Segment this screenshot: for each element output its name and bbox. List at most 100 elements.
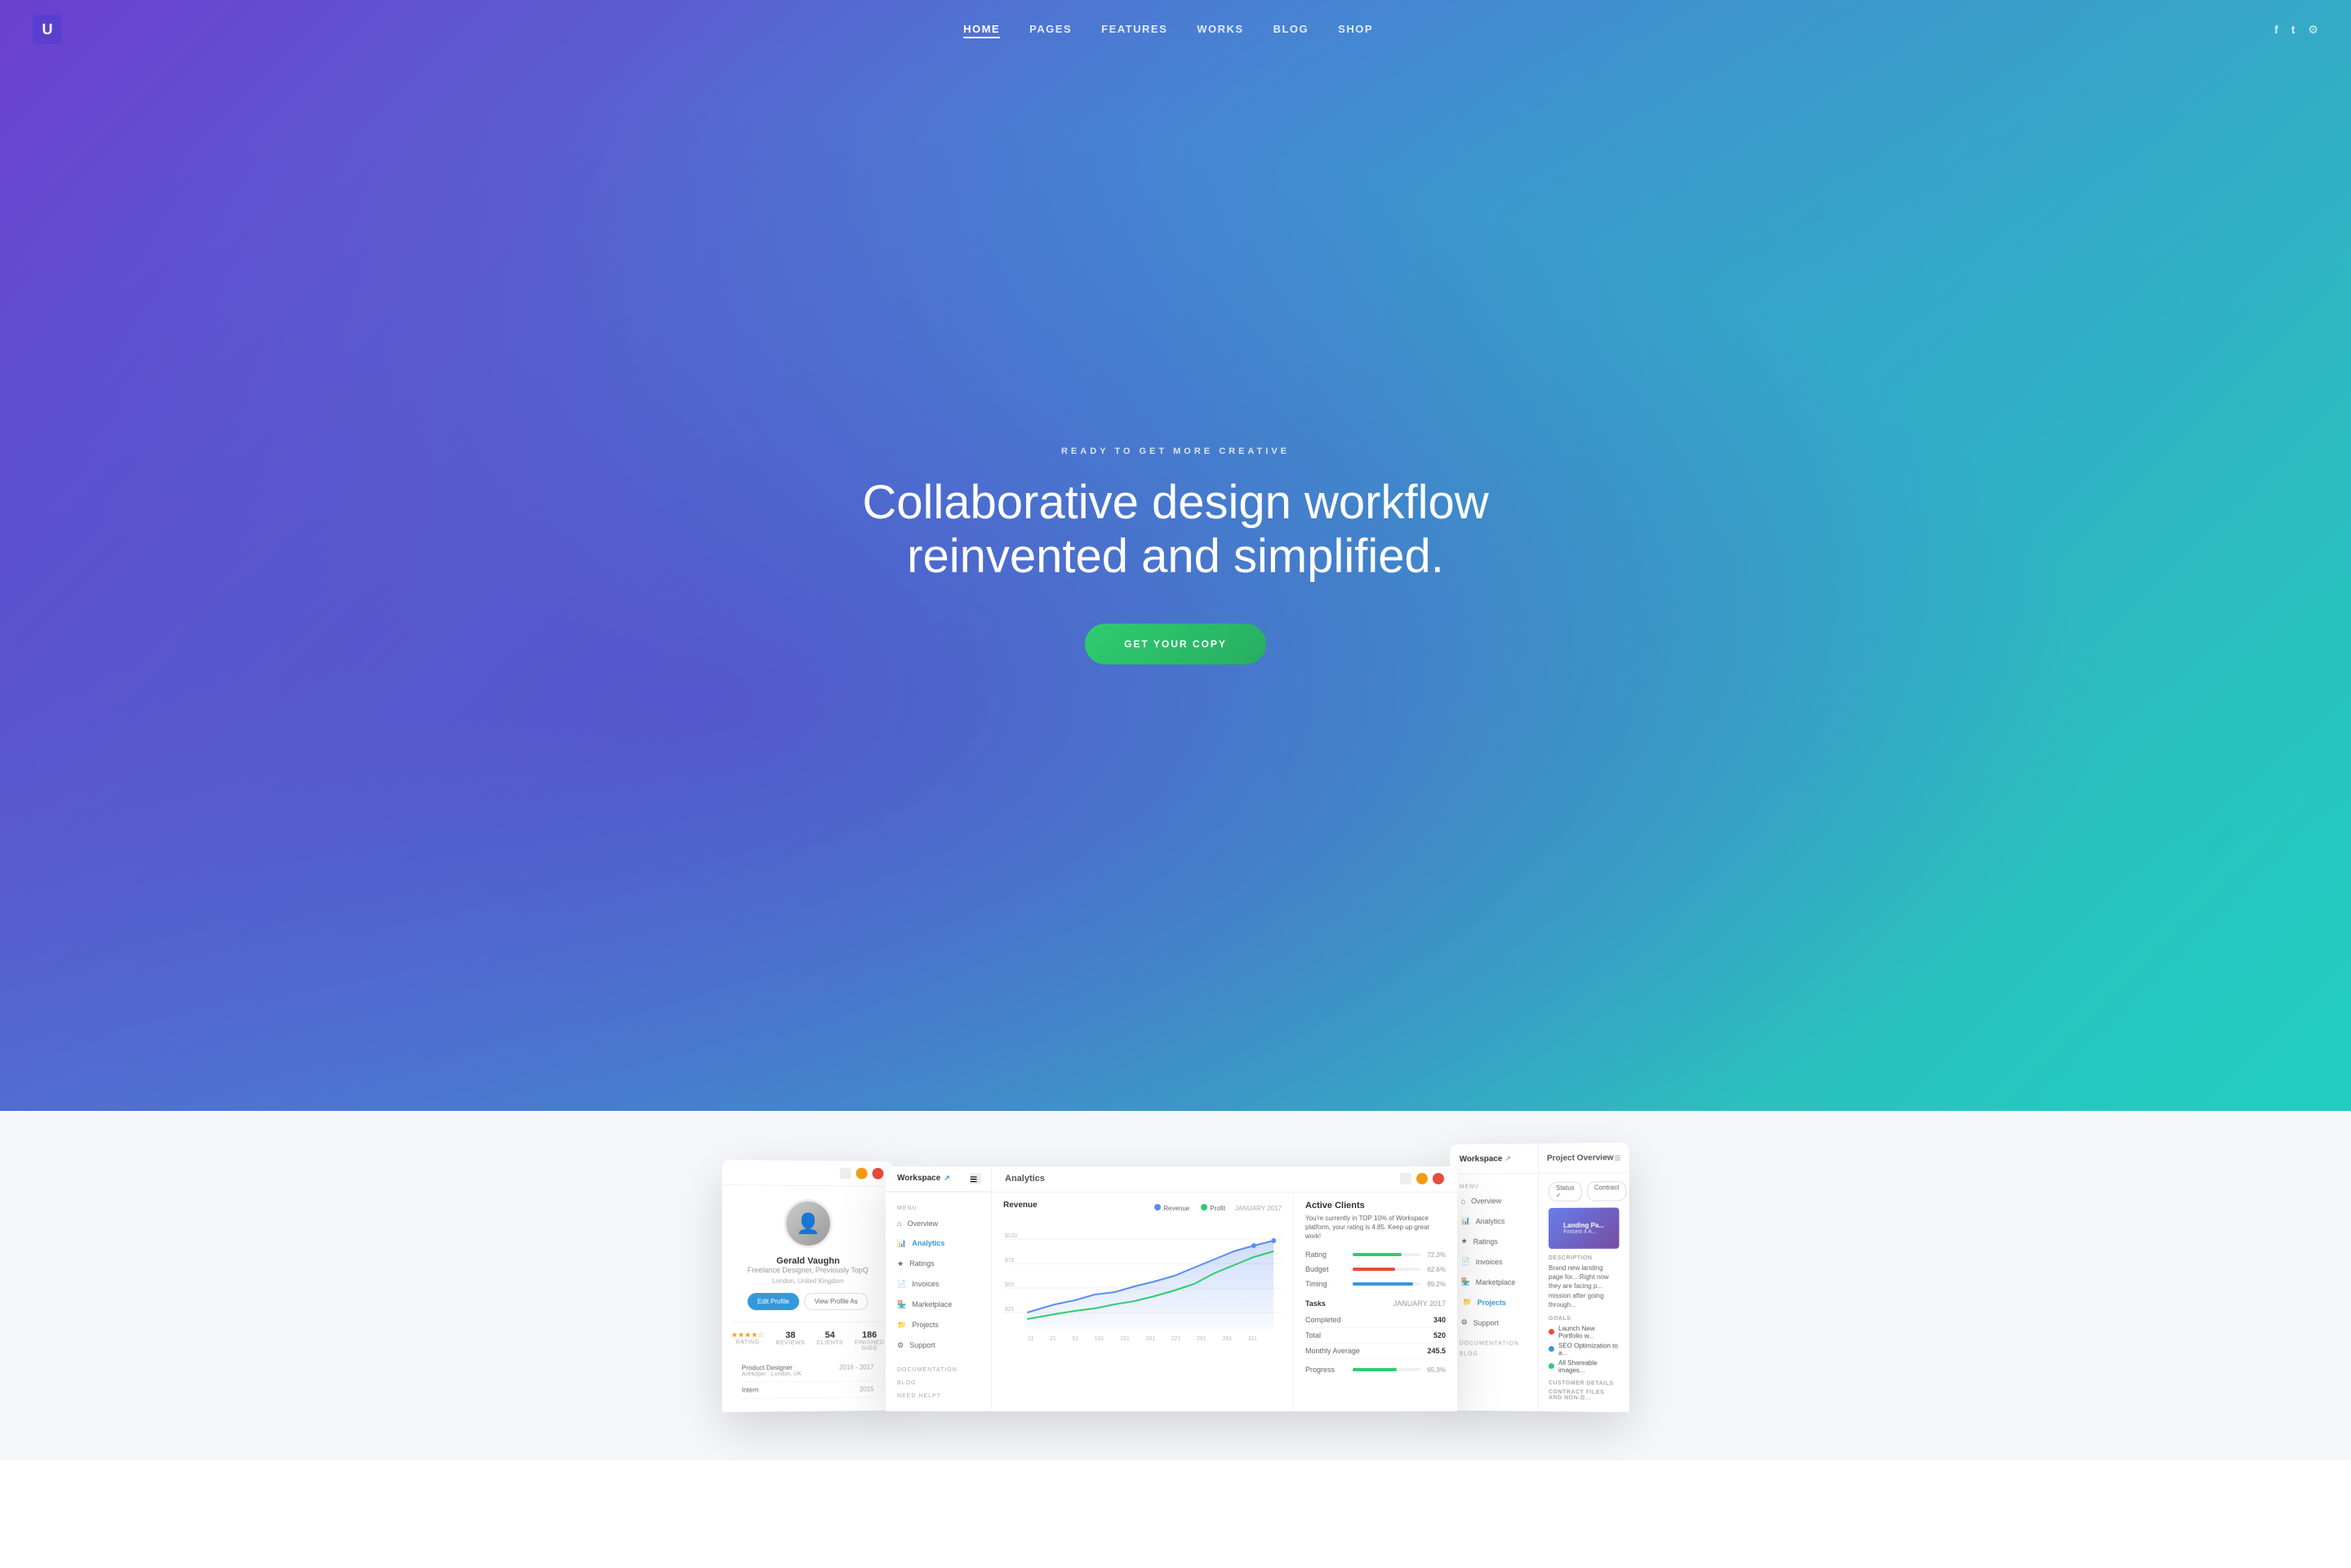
topbar-icon-1 [1400,1173,1411,1184]
task-completed: Completed 340 [1305,1313,1446,1328]
nav-links: HOME PAGES FEATURES WORKS BLOG SHOP [963,22,1373,37]
analytics2-icon: 📊 [1461,1216,1470,1225]
thumbnail-label: Landing Pa... [1563,1221,1604,1228]
goal-dot-0 [1549,1329,1554,1335]
facebook-icon[interactable]: f [2274,23,2278,36]
sidebar2-overview[interactable]: ⌂ Overview [1450,1191,1538,1211]
goal-dot-2 [1549,1363,1554,1369]
social-links: f t ⚙ [2274,23,2318,37]
tasks-month: JANUARY 2017 [1393,1299,1446,1308]
navbar: U HOME PAGES FEATURES WORKS BLOG SHOP f … [0,0,2351,59]
topbar-user-icon [872,1167,883,1179]
nav-pages[interactable]: PAGES [1029,23,1072,35]
topbar-square-icon [840,1167,851,1179]
logo[interactable]: U [33,15,62,44]
customer-label: CUSTOMER DETAILS [1549,1380,1620,1387]
revenue-chart: $100 $75 $50 $25 [1003,1223,1282,1329]
view-profile-button[interactable]: View Profile As [804,1293,869,1310]
screenshots-section: 👤 Gerald Vaughn Freelance Designer, Prev… [0,1111,2351,1460]
goal-1: SEO Optimization to a... [1549,1342,1620,1357]
star2-icon: ★ [1461,1237,1468,1246]
svg-text:$75: $75 [1005,1258,1015,1264]
goal-text-1: SEO Optimization to a... [1558,1342,1619,1357]
tasks-title: Tasks [1305,1299,1326,1308]
contract-label: CONTRACT FILES AND NON-D... [1549,1389,1620,1401]
twitter-icon[interactable]: t [2291,23,2295,36]
goal-text-0: Launch New Portfolio w... [1558,1325,1619,1339]
metric-rating: Rating 72.3% [1305,1250,1446,1259]
topbar-bell-icon [856,1167,868,1179]
right-card: Workspace ↗ Project Overview ≡ MENU ⌂ Ov… [1450,1143,1629,1412]
support-icon: ⚙ [897,1341,904,1350]
nav-home[interactable]: HOME [963,23,1000,38]
sidebar-item-projects[interactable]: 📁 Projects [886,1315,991,1335]
task-average: Monthly Average 245.5 [1305,1344,1446,1359]
svg-text:$100: $100 [1005,1233,1017,1239]
status-badge-0: Status ✓ [1549,1181,1582,1201]
x-label-5: 201 [1145,1336,1155,1342]
sidebar2-projects[interactable]: 📁 Projects [1450,1292,1538,1313]
nav-shop[interactable]: SHOP [1338,23,1373,35]
menu-dots-icon[interactable]: ≡ [1614,1151,1620,1164]
x-label-9: 311 [1248,1336,1257,1342]
history-item-1: Intern 2015 [742,1381,874,1398]
gigs-label: FINISHED GIGS [855,1339,884,1351]
sidebar2-analytics[interactable]: 📊 Analytics [1450,1210,1538,1231]
sidebar2-menu-label: MENU [1450,1180,1538,1192]
workspace-label-2: Workspace [1460,1154,1503,1163]
sidebar-item-marketplace[interactable]: 🏪 Marketplace [886,1295,991,1315]
nav-works[interactable]: WORKS [1197,23,1243,35]
hero-title: Collaborative design workflow reinvented… [849,476,1502,584]
history-year-1: 2015 [860,1385,874,1393]
month-label: JANUARY 2017 [1235,1205,1282,1212]
hero-cta-button[interactable]: GET YOUR COPY [1085,624,1266,664]
support2-icon: ⚙ [1461,1317,1468,1326]
home2-icon: ⌂ [1461,1197,1465,1205]
sidebar2-ratings[interactable]: ★ Ratings [1450,1231,1538,1251]
sidebar-item-support[interactable]: ⚙ Support [886,1335,991,1356]
invoice-icon: 📄 [897,1280,906,1289]
menu-icon[interactable]: ≡ [970,1173,981,1184]
project-overview-panel: Status ✓ Contract Landing Pa... Finised … [1539,1173,1629,1412]
workspace-label: Workspace ↗ [897,1174,950,1183]
avatar: 👤 [784,1198,833,1247]
hero-section: READY TO GET MORE CREATIVE Collaborative… [0,0,2351,1176]
progress-bar-wrap [1353,1368,1420,1371]
metric-budget-label: Budget [1305,1265,1346,1273]
nav-blog[interactable]: BLOG [1273,23,1309,35]
x-label-4: 151 [1120,1336,1130,1342]
tasks-section: Tasks JANUARY 2017 Completed 340 Total 5… [1305,1299,1446,1374]
sidebar2-invoices[interactable]: 📄 Invoices [1450,1251,1538,1272]
sidebar-item-invoices[interactable]: 📄 Invoices [886,1274,991,1295]
marketplace-icon: 🏪 [897,1300,906,1309]
progress-pct: 65.3% [1427,1366,1446,1374]
profile-location: London, United Kingdom [772,1277,844,1285]
nav-features[interactable]: FEATURES [1101,23,1167,35]
edit-profile-button[interactable]: Edit Profile [748,1293,799,1310]
settings-icon[interactable]: ⚙ [2308,23,2318,37]
workspace-header: Workspace ↗ ≡ [886,1166,991,1192]
profile-role: Freelance Designer, Previously TopQ [748,1266,869,1274]
metric-rating-label: Rating [1305,1250,1346,1259]
sidebar-item-ratings[interactable]: ★ Ratings [886,1254,991,1274]
hero-subtitle: READY TO GET MORE CREATIVE [849,446,1502,456]
center-card: Workspace ↗ ≡ Analytics [886,1166,1457,1411]
task-total: Total 520 [1305,1328,1446,1344]
sidebar-item-overview[interactable]: ⌂ Overview [886,1214,991,1233]
project-desc-label: DESCRIPTION [1549,1255,1620,1261]
x-label-1: 21 [1050,1336,1056,1342]
goal-dot-1 [1549,1346,1554,1352]
sidebar2-blog-label: BLOG [1450,1348,1538,1359]
sidebar-item-analytics[interactable]: 📊 Analytics [886,1233,991,1254]
sidebar2-support[interactable]: ⚙ Support [1450,1312,1538,1332]
progress-label: Progress [1305,1366,1346,1374]
card-topbar [722,1160,893,1187]
goal-text-2: All Shareable images... [1558,1359,1619,1375]
project-overview-header: Project Overview [1547,1153,1614,1162]
history-sub-0: ArtHolper · London, UK [742,1371,802,1378]
history-role-1: Intern [742,1386,759,1393]
sidebar-panel: MENU ⌂ Overview 📊 Analytics ★ Ratings [886,1193,992,1410]
sidebar2-marketplace[interactable]: 🏪 Marketplace [1450,1272,1538,1292]
sidebar2-doc-label: DOCUMENTATION [1450,1335,1538,1348]
history-year-0: 2016 - 2017 [839,1363,873,1376]
